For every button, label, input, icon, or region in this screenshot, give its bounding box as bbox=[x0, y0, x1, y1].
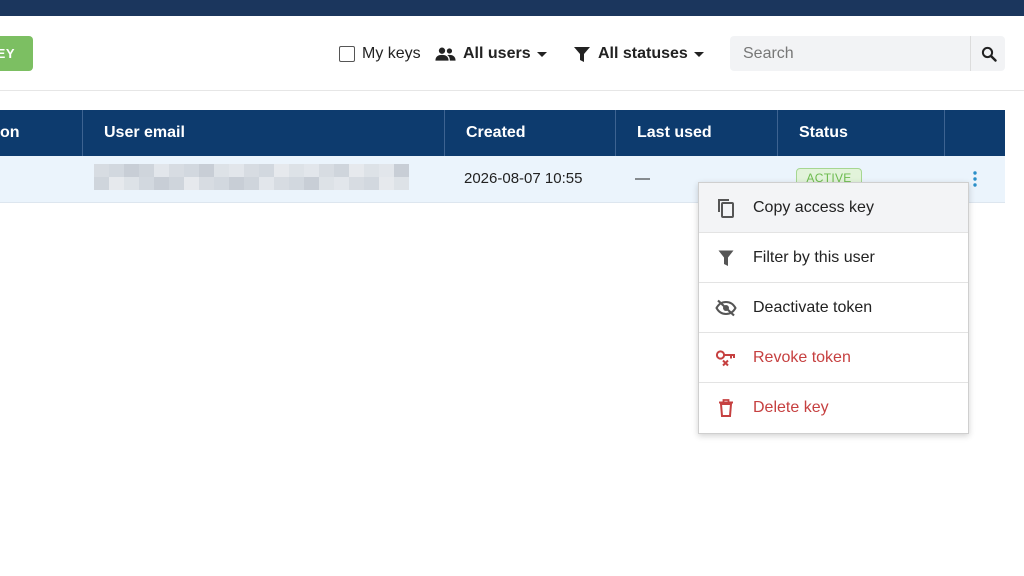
toolbar: EY My keys All users All statuses bbox=[0, 16, 1024, 91]
row-context-menu: Copy access key Filter by this user Deac… bbox=[698, 182, 969, 434]
chevron-down-icon bbox=[536, 51, 547, 57]
app-top-bar bbox=[0, 0, 1024, 16]
menu-item-label: Revoke token bbox=[753, 348, 851, 366]
trash-icon bbox=[699, 399, 753, 417]
eye-off-icon bbox=[699, 299, 753, 317]
users-icon bbox=[435, 47, 456, 61]
column-header-user-email[interactable]: User email bbox=[83, 110, 445, 156]
search-button[interactable] bbox=[970, 36, 1006, 71]
status-filter-dropdown[interactable]: All statuses bbox=[573, 42, 704, 66]
column-header[interactable]: on bbox=[0, 110, 83, 156]
chevron-down-icon bbox=[693, 51, 704, 57]
copy-icon bbox=[699, 198, 753, 218]
menu-item-label: Filter by this user bbox=[753, 248, 875, 266]
menu-item-label: Delete key bbox=[753, 399, 829, 416]
column-header-status[interactable]: Status bbox=[778, 110, 945, 156]
status-filter-label: All statuses bbox=[598, 45, 688, 62]
my-keys-checkbox[interactable] bbox=[339, 46, 355, 62]
table-header: on User email Created Last used Status bbox=[0, 110, 1005, 156]
key-remove-icon bbox=[699, 349, 753, 367]
users-filter-label: All users bbox=[463, 45, 531, 62]
add-key-button-label: EY bbox=[0, 46, 15, 61]
my-keys-label: My keys bbox=[362, 45, 421, 62]
search-box bbox=[730, 36, 1005, 71]
users-filter-dropdown[interactable]: All users bbox=[435, 42, 547, 66]
add-key-button[interactable]: EY bbox=[0, 36, 33, 71]
column-header-created[interactable]: Created bbox=[445, 110, 616, 156]
last-used-cell: — bbox=[635, 170, 650, 187]
menu-item-delete-key[interactable]: Delete key bbox=[699, 383, 968, 433]
column-header-last-used[interactable]: Last used bbox=[616, 110, 778, 156]
search-input[interactable] bbox=[730, 36, 970, 71]
redacted-user-email bbox=[94, 164, 409, 190]
menu-item-deactivate-token[interactable]: Deactivate token bbox=[699, 283, 968, 333]
my-keys-toggle[interactable]: My keys bbox=[339, 44, 421, 64]
more-vertical-icon bbox=[973, 171, 977, 187]
menu-item-filter-by-user[interactable]: Filter by this user bbox=[699, 233, 968, 283]
search-icon bbox=[981, 46, 997, 62]
menu-item-copy-access-key[interactable]: Copy access key bbox=[699, 183, 968, 233]
menu-item-label: Copy access key bbox=[753, 198, 874, 216]
filter-icon bbox=[574, 47, 590, 62]
created-cell: 2026-08-07 10:55 bbox=[464, 170, 583, 187]
filter-icon bbox=[699, 249, 753, 267]
menu-item-label: Deactivate token bbox=[753, 298, 873, 316]
menu-item-revoke-token[interactable]: Revoke token bbox=[699, 333, 968, 383]
